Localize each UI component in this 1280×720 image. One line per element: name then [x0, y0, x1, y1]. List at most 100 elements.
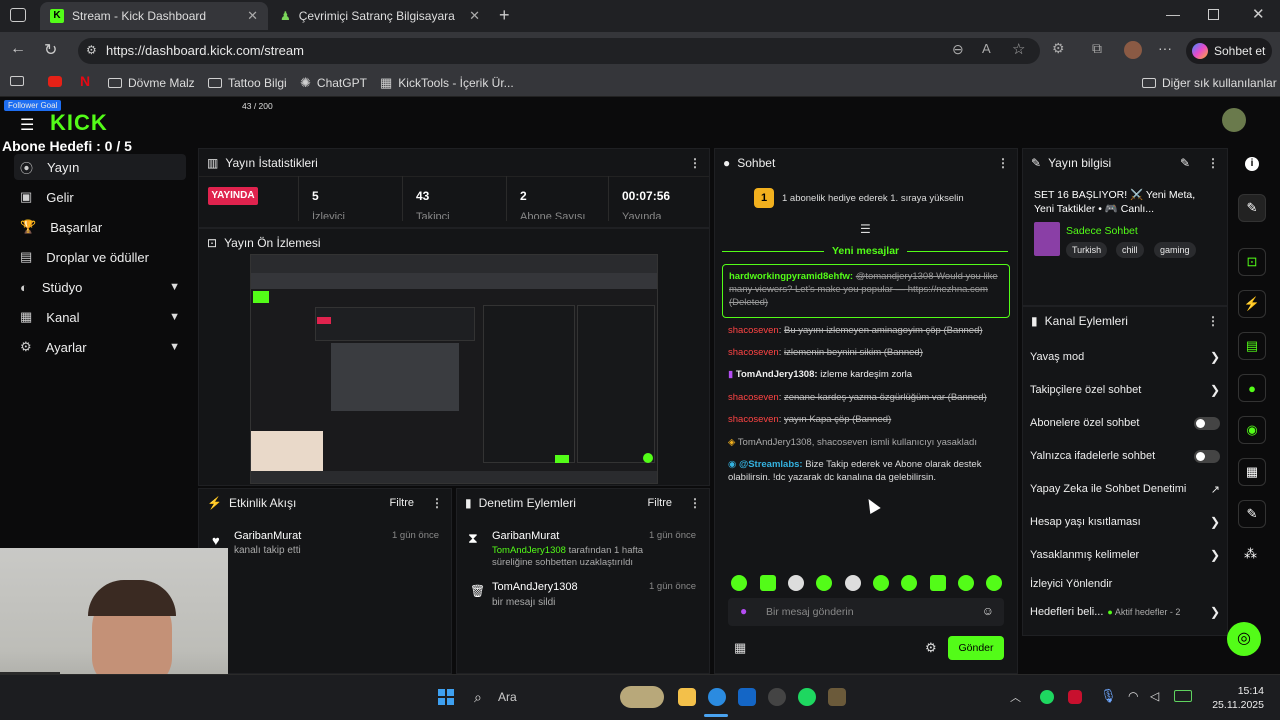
taskbar-search[interactable]: Ara — [498, 690, 517, 704]
url-input[interactable]: https://dashboard.kick.com/stream — [78, 38, 1040, 64]
emote-icon[interactable] — [788, 575, 804, 591]
new-tab-icon[interactable]: + — [499, 5, 510, 26]
bookmark-chatgpt[interactable]: ✺ ChatGPT — [300, 74, 367, 92]
gift-banner[interactable]: 1 abonelik hediye ederek 1. sıraya yükse… — [782, 193, 964, 204]
tag-chip[interactable]: gaming — [1154, 242, 1196, 258]
action-goals[interactable]: Hedefleri beli... ● Aktif hedefler - 2 ❯ — [1030, 602, 1220, 622]
wrench-icon[interactable]: ✎ — [1238, 500, 1266, 528]
bookmark-dovme[interactable]: Dövme Malz — [108, 74, 195, 92]
support-chat-icon[interactable]: ◎ — [1227, 622, 1261, 656]
search-icon[interactable]: ⌕ — [474, 689, 482, 706]
chat-message[interactable]: shacoseven: izlemenin beynini sikim (Ban… — [728, 346, 1010, 359]
sidebar-item-basarilar[interactable]: 🏆 Başarılar — [14, 214, 186, 240]
tag-chip[interactable]: chill — [1116, 242, 1144, 258]
activity-user[interactable]: GaribanMurat — [234, 530, 301, 542]
action-subs-only[interactable]: Abonelere özel sohbet — [1030, 413, 1220, 433]
chat-message[interactable]: shacoseven: Bu yayını izlemeyen aminagoy… — [728, 324, 1010, 337]
emote-icon[interactable] — [901, 575, 917, 591]
tray-app-icon[interactable] — [1068, 690, 1082, 704]
lightning-icon[interactable]: ⚡ — [1238, 290, 1266, 318]
chat-message[interactable]: shacoseven: yayın Kapa çöp (Banned) — [728, 413, 1010, 426]
stream-preview-video[interactable] — [250, 254, 658, 484]
info-icon[interactable]: i — [1245, 157, 1259, 171]
sidebar-item-gelir[interactable]: ▣ Gelir — [14, 184, 186, 210]
minimize-icon[interactable]: — — [1166, 6, 1180, 22]
edit-icon[interactable]: ✎ — [1180, 156, 1190, 170]
action-slow-mode[interactable]: Yavaş mod ❯ — [1030, 347, 1220, 367]
moderation-user[interactable]: GaribanMurat — [492, 530, 559, 542]
battery-icon[interactable] — [1174, 690, 1192, 702]
kick-logo[interactable]: KICK — [50, 110, 108, 136]
microphone-icon[interactable]: 🎙 — [1100, 688, 1117, 704]
filter-button[interactable]: Filtre — [390, 497, 414, 509]
emote-icon[interactable] — [986, 575, 1002, 591]
tray-spotify-icon[interactable] — [1040, 690, 1054, 704]
site-info-icon[interactable]: ⚙ — [86, 43, 97, 57]
action-ai-moderation[interactable]: Yapay Zeka ile Sohbet Denetimi ↗ — [1030, 479, 1220, 499]
emoji-picker-icon[interactable]: ☺ — [982, 604, 994, 618]
sidebar-item-ayarlar[interactable]: ⚙ Ayarlar ▼ — [14, 334, 186, 360]
edit-pencil-icon[interactable]: ✎ — [1238, 194, 1266, 222]
send-button[interactable]: Gönder — [948, 636, 1004, 660]
highlighted-message[interactable]: hardworkingpyramid8ehfw: @tomandjery1308… — [722, 264, 1010, 318]
bookmark-kicktools[interactable]: ▦ KickTools - İçerik Ür... — [380, 74, 514, 92]
bookmark-tattoo[interactable]: Tattoo Bilgi — [208, 74, 287, 92]
chat-input[interactable]: ● Bir mesaj gönderin ☺ — [728, 598, 1004, 626]
search-highlight-icon[interactable] — [620, 686, 664, 708]
back-icon[interactable]: ← — [10, 40, 26, 58]
emote-icon[interactable] — [930, 575, 946, 591]
pin-icon[interactable]: ☰ — [860, 222, 871, 236]
layout-icon[interactable]: ▦ — [1238, 458, 1266, 486]
spotify-icon[interactable] — [798, 688, 816, 706]
tray-chevron-icon[interactable]: ︿ — [1010, 689, 1021, 705]
sidebar-item-yayin[interactable]: ⦿ Yayın — [14, 154, 186, 180]
youtube-icon[interactable] — [48, 76, 62, 87]
file-explorer-icon[interactable] — [678, 688, 696, 706]
filter-button[interactable]: Filtre — [648, 497, 672, 509]
kebab-menu-icon[interactable]: ⋮ — [1207, 156, 1219, 170]
share-icon[interactable]: ⁂ — [1244, 546, 1257, 562]
chat-bubble-icon[interactable]: ● — [1238, 374, 1266, 402]
collections-icon[interactable]: ⧉ — [1092, 40, 1102, 57]
kebab-menu-icon[interactable]: ⋮ — [689, 496, 701, 510]
user-avatar[interactable] — [1222, 108, 1246, 132]
gift-icon[interactable]: ▦ — [734, 640, 746, 656]
sidebar-item-kanal[interactable]: ▦ Kanal ▼ — [14, 304, 186, 330]
wifi-icon[interactable]: ◠ — [1128, 689, 1138, 703]
emote-icon[interactable] — [760, 575, 776, 591]
close-tab-icon[interactable]: ✕ — [247, 8, 258, 24]
emote-icon[interactable] — [845, 575, 861, 591]
emote-icon[interactable] — [731, 575, 747, 591]
action-emotes-only[interactable]: Yalnızca ifadelerle sohbet — [1030, 446, 1220, 466]
emote-icon[interactable] — [958, 575, 974, 591]
category-link[interactable]: Sadece Sohbet — [1066, 225, 1138, 237]
emotes-only-toggle[interactable] — [1194, 449, 1220, 463]
action-banned-words[interactable]: Yasaklanmış kelimeler ❯ — [1030, 545, 1220, 565]
kebab-menu-icon[interactable]: ⋮ — [997, 156, 1009, 170]
profile-avatar[interactable] — [1124, 41, 1142, 59]
app-icon[interactable] — [828, 688, 846, 706]
tab-actions-icon[interactable] — [10, 8, 26, 22]
maximize-icon[interactable] — [1208, 9, 1219, 20]
chat-settings-icon[interactable]: ⚙ — [925, 640, 937, 656]
edge-icon[interactable] — [708, 688, 726, 706]
action-followers-only[interactable]: Takipçilere özel sohbet ❯ — [1030, 380, 1220, 400]
moderation-user[interactable]: TomAndJery1308 — [492, 581, 578, 593]
chat-message[interactable]: ▮ TomAndJery1308: izleme kardeşim zorla — [728, 368, 1010, 381]
action-account-age[interactable]: Hesap yaşı kısıtlaması ❯ — [1030, 512, 1220, 532]
volume-icon[interactable]: ◁ — [1150, 689, 1159, 703]
emote-icon[interactable] — [873, 575, 889, 591]
zoom-icon[interactable]: ⊖ — [952, 41, 964, 58]
kebab-menu-icon[interactable]: ⋮ — [431, 496, 443, 510]
bookmark-other[interactable]: Diğer sık kullanılanlar — [1142, 74, 1277, 92]
immersive-reader-icon[interactable] — [10, 76, 24, 86]
subs-only-toggle[interactable] — [1194, 416, 1220, 430]
camera-icon[interactable]: ⊡ — [1238, 248, 1266, 276]
extensions-icon[interactable]: ⚙ — [1052, 40, 1065, 57]
more-icon[interactable]: ··· — [1158, 40, 1172, 56]
emote-icon[interactable] — [816, 575, 832, 591]
read-aloud-icon[interactable]: A — [982, 41, 991, 56]
tag-chip[interactable]: Turkish — [1066, 242, 1108, 258]
close-window-icon[interactable]: ✕ — [1252, 5, 1265, 23]
chat-message[interactable]: ◉ @Streamlabs: Bize Takip ederek ve Abon… — [728, 458, 1010, 484]
